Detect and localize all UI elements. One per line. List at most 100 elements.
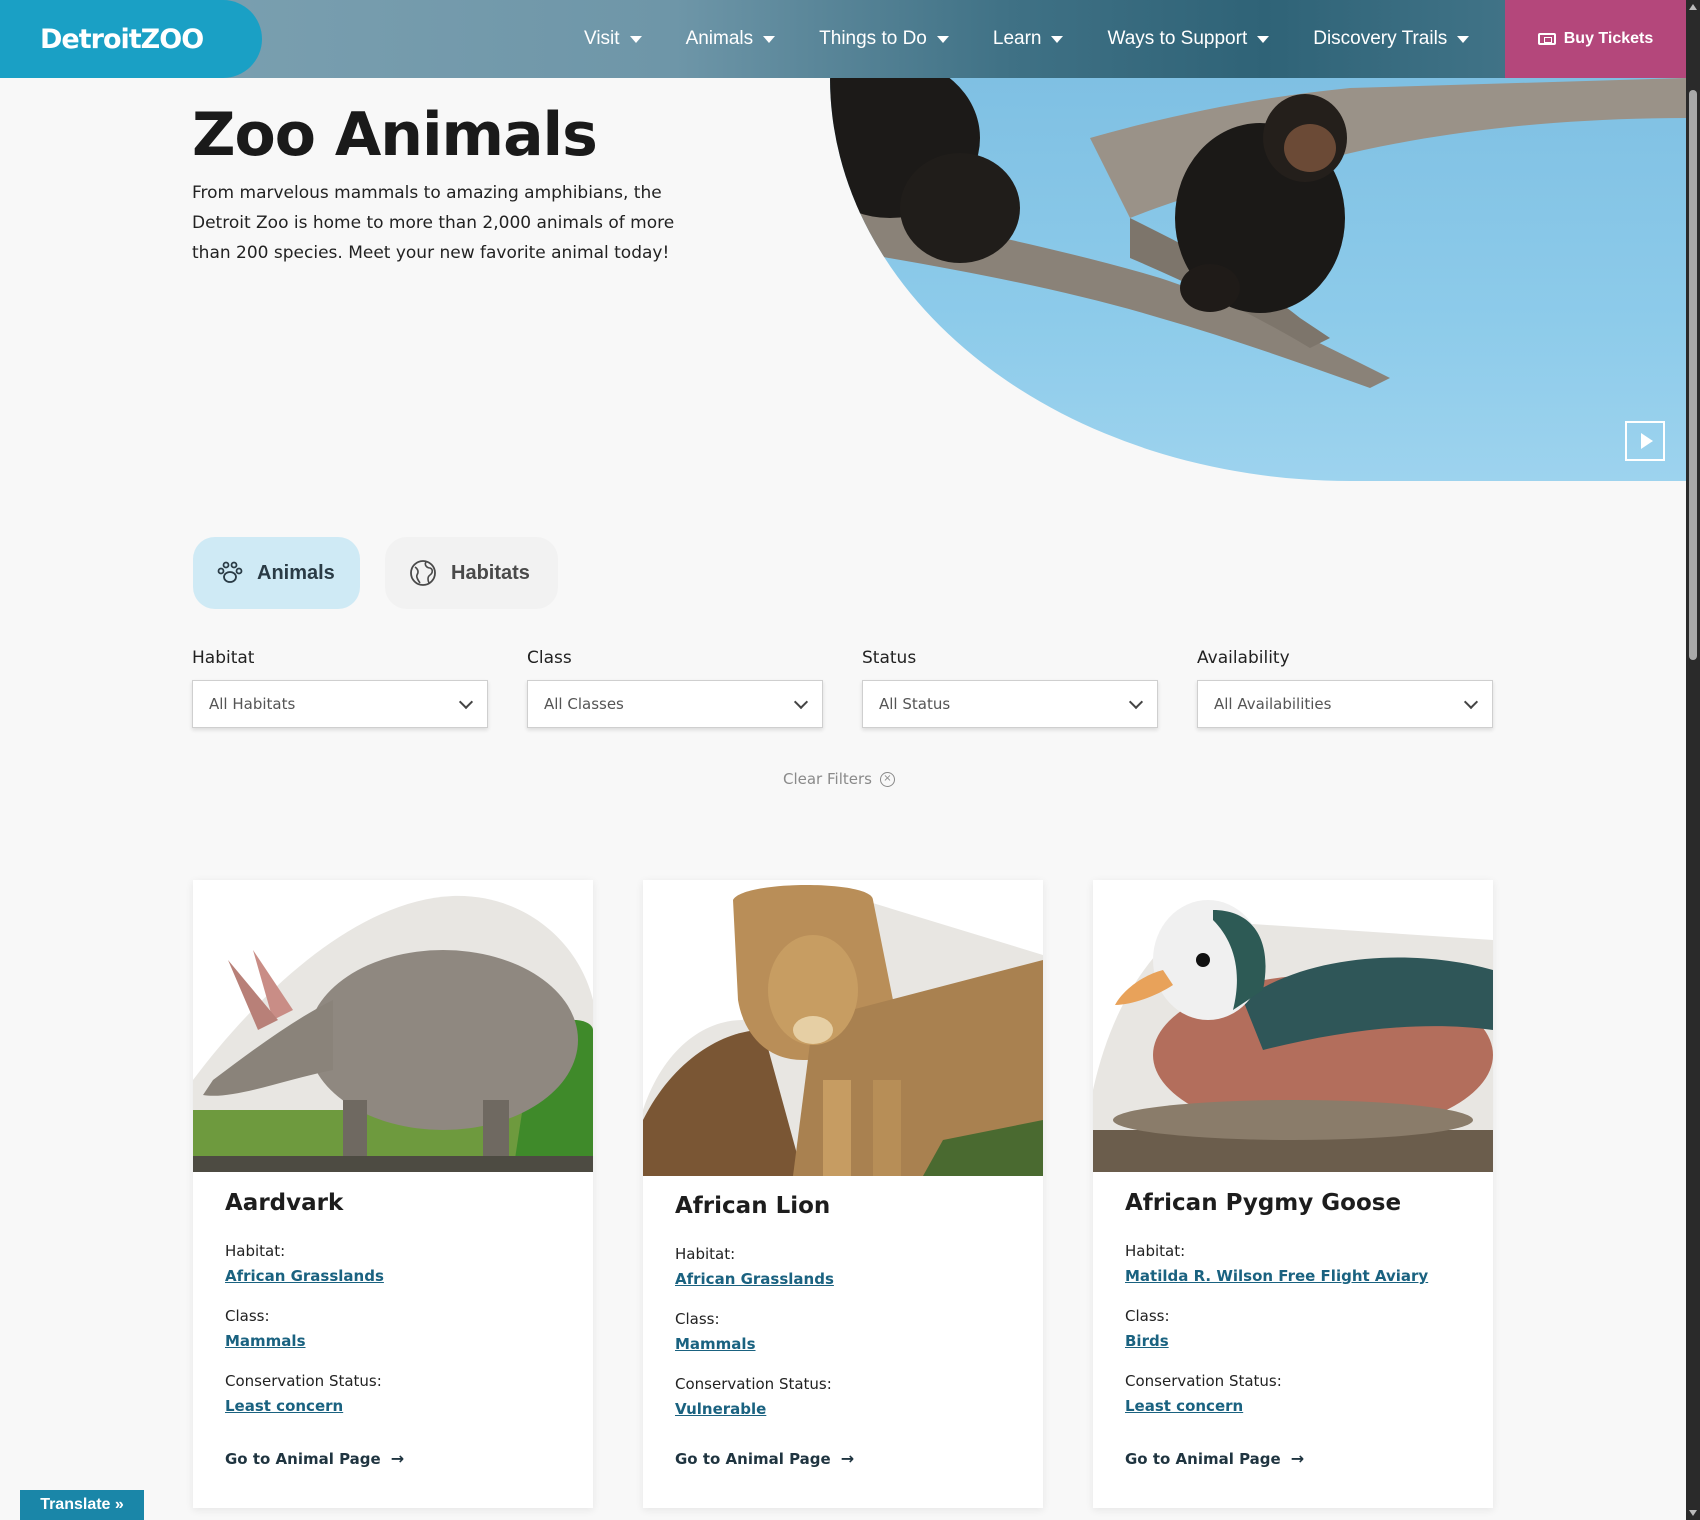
play-video-button[interactable] (1625, 421, 1665, 461)
hero-description: From marvelous mammals to amazing amphib… (192, 183, 675, 263)
animal-name: African Lion (675, 1193, 831, 1219)
tab-habitats[interactable]: Habitats (385, 537, 558, 609)
status-label: Conservation Status: (225, 1372, 382, 1390)
habitat-select-value: All Habitats (209, 695, 296, 713)
nav-label: Ways to Support (1107, 28, 1248, 49)
caret-down-icon (629, 35, 642, 43)
hero-chimpanzee-image (830, 78, 1686, 481)
logo-text: DetroitZOO (40, 23, 204, 55)
availability-filter-label: Availability (1197, 648, 1290, 668)
african-lion-image (643, 885, 1043, 1176)
status-link[interactable]: Vulnerable (675, 1400, 766, 1418)
arrow-right-icon: → (390, 1449, 405, 1468)
chevron-down-icon (1463, 694, 1479, 709)
nav-label: Animals (685, 28, 754, 49)
caret-down-icon (1051, 35, 1064, 43)
buy-tickets-button[interactable]: Buy Tickets (1505, 0, 1686, 78)
animal-name: Aardvark (225, 1190, 344, 1216)
nav-label: Discovery Trails (1313, 28, 1448, 49)
nav-things-to-do[interactable]: Things to Do (819, 28, 949, 50)
nav-learn[interactable]: Learn (993, 28, 1064, 50)
class-select-value: All Classes (544, 695, 624, 713)
status-select-value: All Status (879, 695, 951, 713)
tab-habitats-label: Habitats (451, 561, 530, 584)
habitat-link[interactable]: Matilda R. Wilson Free Flight Aviary (1125, 1267, 1428, 1285)
availability-select[interactable]: All Availabilities (1197, 680, 1493, 728)
caret-down-icon (763, 35, 776, 43)
go-link-label: Go to Animal Page (675, 1449, 831, 1468)
chimpanzee-illustration (830, 78, 1686, 388)
scroll-down-icon[interactable] (1689, 1510, 1697, 1516)
habitat-link[interactable]: African Grasslands (225, 1267, 384, 1285)
card-body: African Lion Habitat: African Grasslands… (643, 1193, 1043, 1468)
go-to-animal-page-link[interactable]: Go to Animal Page → (225, 1449, 561, 1468)
card-body: African Pygmy Goose Habitat: Matilda R. … (1093, 1190, 1493, 1468)
globe-icon (410, 560, 436, 586)
go-link-label: Go to Animal Page (1125, 1449, 1281, 1468)
status-filter: Status All Status (862, 648, 1158, 728)
nav-discovery-trails[interactable]: Discovery Trails (1313, 28, 1470, 50)
scroll-up-icon[interactable] (1689, 4, 1697, 10)
ticket-icon (1537, 33, 1556, 45)
availability-select-value: All Availabilities (1214, 695, 1332, 713)
nav-label: Visit (584, 28, 620, 49)
scrollbar-thumb[interactable] (1689, 90, 1697, 660)
status-link[interactable]: Least concern (1125, 1397, 1243, 1415)
class-link[interactable]: Mammals (225, 1332, 306, 1350)
go-to-animal-page-link[interactable]: Go to Animal Page → (1125, 1449, 1461, 1468)
nav-animals[interactable]: Animals (686, 28, 776, 50)
animal-name: African Pygmy Goose (1125, 1190, 1402, 1216)
class-label: Class: (675, 1310, 720, 1328)
detroit-zoo-logo[interactable]: DetroitZOO (0, 0, 262, 78)
habitat-link[interactable]: African Grasslands (675, 1270, 834, 1288)
habitat-label: Habitat: (1125, 1242, 1186, 1260)
chevron-down-icon (1128, 694, 1144, 709)
class-filter: Class All Classes (527, 648, 823, 728)
page-title: Zoo Animals (192, 100, 598, 170)
habitat-label: Habitat: (675, 1245, 736, 1263)
animal-card-african-pygmy-goose: African Pygmy Goose Habitat: Matilda R. … (1093, 880, 1493, 1508)
nav-visit[interactable]: Visit (584, 28, 642, 50)
nav-label: Learn (992, 28, 1042, 49)
caret-down-icon (936, 35, 949, 43)
availability-filter: Availability All Availabilities (1197, 648, 1493, 728)
close-circle-icon: × (879, 771, 895, 787)
tab-animals-label: Animals (257, 561, 335, 584)
caret-down-icon (1457, 35, 1470, 43)
habitat-select[interactable]: All Habitats (192, 680, 488, 728)
clear-filters-button[interactable]: Clear Filters × (783, 770, 895, 788)
habitat-label: Habitat: (225, 1242, 286, 1260)
class-link[interactable]: Birds (1125, 1332, 1169, 1350)
status-link[interactable]: Least concern (225, 1397, 343, 1415)
nav-ways-to-support[interactable]: Ways to Support (1107, 28, 1270, 50)
class-select[interactable]: All Classes (527, 680, 823, 728)
aardvark-image (193, 895, 593, 1172)
go-link-label: Go to Animal Page (225, 1449, 381, 1468)
african-pygmy-goose-image (1093, 900, 1493, 1172)
status-label: Conservation Status: (675, 1375, 832, 1393)
tab-animals[interactable]: Animals (193, 537, 360, 609)
animal-card-aardvark: Aardvark Habitat: African Grasslands Cla… (193, 880, 593, 1508)
paw-icon (217, 561, 243, 583)
arrow-right-icon: → (840, 1449, 855, 1468)
class-link[interactable]: Mammals (675, 1335, 756, 1353)
caret-down-icon (1257, 35, 1270, 43)
habitat-filter-label: Habitat (192, 648, 255, 668)
class-label: Class: (225, 1307, 270, 1325)
main-nav: Visit Animals Things to Do Learn Ways to… (584, 0, 1470, 78)
arrow-right-icon: → (1290, 1449, 1305, 1468)
page-scrollbar[interactable] (1686, 0, 1700, 1520)
card-body: Aardvark Habitat: African Grasslands Cla… (193, 1190, 593, 1468)
class-filter-label: Class (527, 648, 572, 668)
chevron-down-icon (458, 694, 474, 709)
class-label: Class: (1125, 1307, 1170, 1325)
chevron-down-icon (793, 694, 809, 709)
animal-card-african-lion: African Lion Habitat: African Grasslands… (643, 880, 1043, 1508)
status-filter-label: Status (862, 648, 917, 668)
habitat-filter: Habitat All Habitats (192, 648, 488, 728)
go-to-animal-page-link[interactable]: Go to Animal Page → (675, 1449, 1011, 1468)
status-label: Conservation Status: (1125, 1372, 1282, 1390)
status-select[interactable]: All Status (862, 680, 1158, 728)
translate-button[interactable]: Translate » (20, 1490, 144, 1520)
buy-tickets-label: Buy Tickets (1563, 30, 1654, 47)
